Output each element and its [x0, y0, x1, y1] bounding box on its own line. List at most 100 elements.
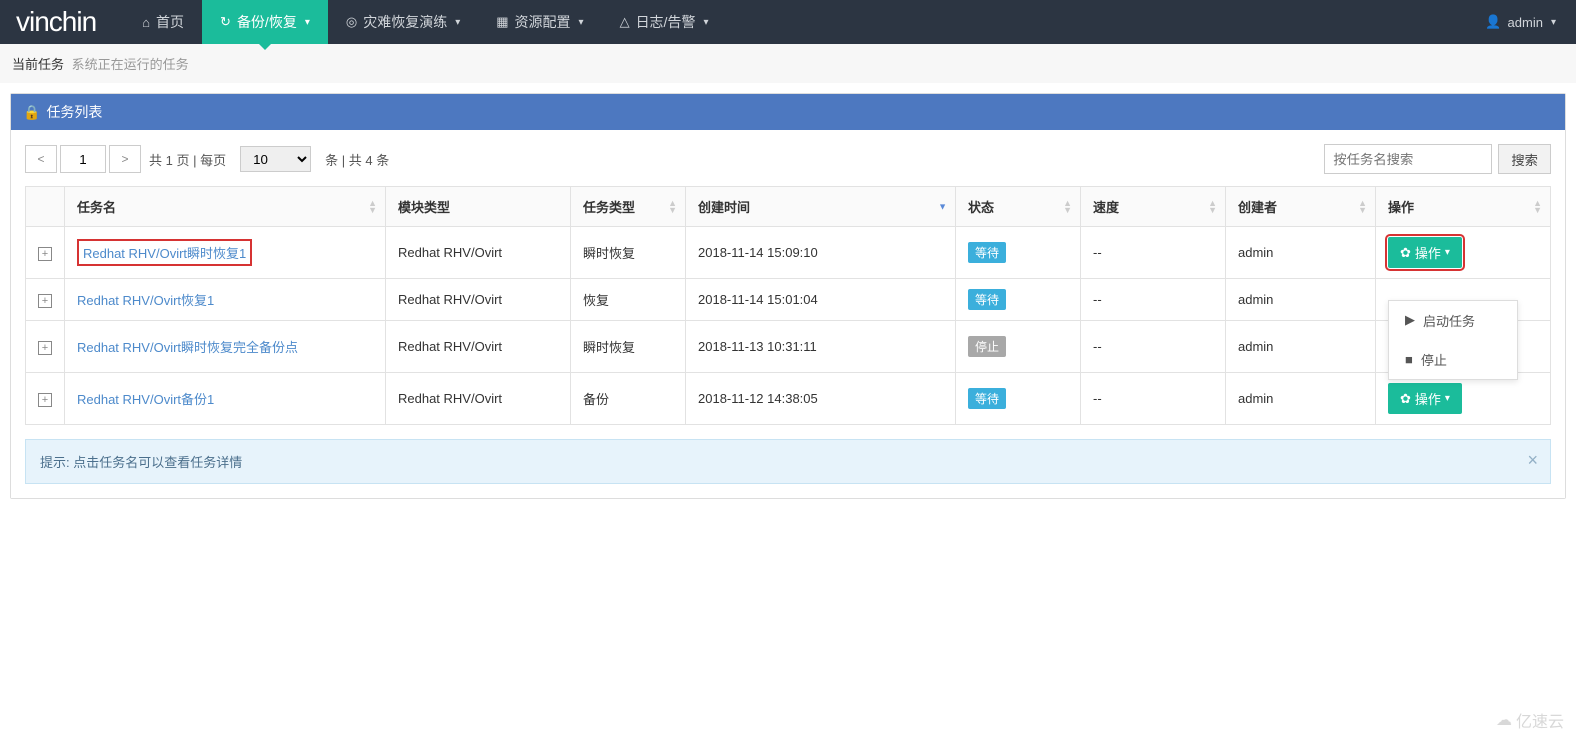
content: 🔒 任务列表 < > 共 1 页 | 每页 10 条 | 共 4 [0, 83, 1576, 509]
search-input[interactable] [1324, 144, 1492, 174]
top-navbar: vinchin ⌂ 首页 ↻ 备份/恢复 ▾ ◎ 灾难恢复演练 ▾ ▦ 资源配置… [0, 0, 1576, 44]
chevron-down-icon: ▾ [455, 17, 460, 28]
records-text: 条 | 共 4 条 [325, 150, 389, 169]
header-speed[interactable]: 速度▲▼ [1081, 187, 1226, 227]
task-table: 任务名▲▼ 模块类型 任务类型▲▼ 创建时间▼ 状态▲▼ 速度▲▼ 创建者▲▼ … [25, 186, 1551, 425]
cell-module: Redhat RHV/Ovirt [386, 279, 571, 321]
search-button[interactable]: 搜索 [1498, 144, 1551, 174]
sort-icon: ▼ [938, 203, 947, 210]
pager-prev-button[interactable]: < [25, 145, 57, 173]
header-module[interactable]: 模块类型 [386, 187, 571, 227]
nav-home[interactable]: ⌂ 首页 [124, 0, 202, 44]
task-panel: 🔒 任务列表 < > 共 1 页 | 每页 10 条 | 共 4 [10, 93, 1566, 499]
header-expand [26, 187, 65, 227]
cell-speed: -- [1081, 279, 1226, 321]
nav-resource-label: 资源配置 [515, 12, 571, 32]
page-size-select[interactable]: 10 [240, 146, 311, 172]
table-row: + Redhat RHV/Ovirt恢复1 Redhat RHV/Ovirt 恢… [26, 279, 1551, 321]
pager-next-button[interactable]: > [109, 145, 141, 173]
table-row: + Redhat RHV/Ovirt瞬时恢复1 Redhat RHV/Ovirt… [26, 227, 1551, 279]
refresh-icon: ↻ [220, 14, 231, 30]
close-icon[interactable]: × [1527, 450, 1538, 471]
status-badge: 等待 [968, 289, 1006, 310]
watermark: ☁ 亿速云 [1496, 708, 1564, 732]
header-type[interactable]: 任务类型▲▼ [571, 187, 686, 227]
task-name-link[interactable]: Redhat RHV/Ovirt瞬时恢复1 [77, 239, 252, 266]
info-text: 提示: 点击任务名可以查看任务详情 [40, 455, 242, 470]
chevron-down-icon: ▾ [1551, 17, 1556, 28]
cell-creator: admin [1226, 279, 1376, 321]
expand-button[interactable]: + [38, 247, 52, 261]
nav-disaster-label: 灾难恢复演练 [363, 12, 447, 32]
sort-icon: ▲▼ [368, 200, 377, 214]
nav-resource[interactable]: ▦ 资源配置 ▾ [478, 0, 601, 44]
table-row: + Redhat RHV/Ovirt备份1 Redhat RHV/Ovirt 备… [26, 373, 1551, 425]
cell-creator: admin [1226, 227, 1376, 279]
cell-speed: -- [1081, 373, 1226, 425]
page-title: 当前任务 [12, 57, 64, 72]
pager-input[interactable] [60, 145, 106, 173]
action-button[interactable]: ✿ 操作 ▾ [1388, 237, 1462, 268]
task-name-link[interactable]: Redhat RHV/Ovirt瞬时恢复完全备份点 [77, 340, 298, 355]
expand-button[interactable]: + [38, 294, 52, 308]
header-action: 操作▲▼ [1376, 187, 1551, 227]
pager-text: 共 1 页 | 每页 [149, 150, 226, 169]
action-button[interactable]: ✿ 操作 ▾ [1388, 383, 1462, 414]
expand-cell: + [26, 321, 65, 373]
header-status[interactable]: 状态▲▼ [956, 187, 1081, 227]
page-subtitle: 系统正在运行的任务 [72, 57, 189, 72]
panel-title: 任务列表 [46, 102, 102, 122]
user-menu[interactable]: 👤 admin ▾ [1465, 14, 1576, 30]
header-creator[interactable]: 创建者▲▼ [1226, 187, 1376, 227]
cell-status: 停止 [956, 321, 1081, 373]
header-time[interactable]: 创建时间▼ [686, 187, 956, 227]
home-icon: ⌂ [142, 15, 150, 30]
expand-cell: + [26, 373, 65, 425]
dropdown-start-task[interactable]: ▶ 启动任务 [1389, 301, 1517, 340]
expand-button[interactable]: + [38, 341, 52, 355]
panel-heading: 🔒 任务列表 [11, 94, 1565, 130]
sort-icon: ▲▼ [1533, 200, 1542, 214]
breadcrumb: 当前任务 系统正在运行的任务 [0, 44, 1576, 83]
nav-home-label: 首页 [156, 12, 184, 32]
grid-icon: ▦ [496, 14, 508, 30]
cell-type: 瞬时恢复 [571, 321, 686, 373]
cell-type: 恢复 [571, 279, 686, 321]
cell-speed: -- [1081, 227, 1226, 279]
shield-icon: ◎ [346, 14, 357, 30]
gear-icon: ✿ [1400, 245, 1411, 261]
user-icon: 👤 [1485, 14, 1501, 30]
cell-status: 等待 [956, 279, 1081, 321]
action-dropdown: ▶ 启动任务 ■ 停止 [1388, 300, 1518, 380]
cell-action: ✿ 操作 ▾ [1376, 373, 1551, 425]
cell-time: 2018-11-12 14:38:05 [686, 373, 956, 425]
toolbar: < > 共 1 页 | 每页 10 条 | 共 4 条 搜 [25, 144, 1551, 174]
dropdown-stop-task[interactable]: ■ 停止 [1389, 340, 1517, 379]
cell-speed: -- [1081, 321, 1226, 373]
cell-creator: admin [1226, 373, 1376, 425]
task-name-link[interactable]: Redhat RHV/Ovirt备份1 [77, 392, 214, 407]
nav-log[interactable]: △ 日志/告警 ▾ [602, 0, 727, 44]
status-badge: 停止 [968, 336, 1006, 357]
task-name-link[interactable]: Redhat RHV/Ovirt恢复1 [77, 293, 214, 308]
lock-icon: 🔒 [23, 104, 40, 121]
nav-backup[interactable]: ↻ 备份/恢复 ▾ [202, 0, 328, 44]
cell-name: Redhat RHV/Ovirt备份1 [65, 373, 386, 425]
cell-type: 备份 [571, 373, 686, 425]
table-row: + Redhat RHV/Ovirt瞬时恢复完全备份点 Redhat RHV/O… [26, 321, 1551, 373]
cell-module: Redhat RHV/Ovirt [386, 373, 571, 425]
bell-icon: △ [620, 14, 630, 30]
nav-log-label: 日志/告警 [636, 12, 696, 32]
panel-body: < > 共 1 页 | 每页 10 条 | 共 4 条 搜 [11, 130, 1565, 498]
sort-icon: ▲▼ [1063, 200, 1072, 214]
nav-disaster[interactable]: ◎ 灾难恢复演练 ▾ [328, 0, 478, 44]
expand-cell: + [26, 279, 65, 321]
info-bar: 提示: 点击任务名可以查看任务详情 × [25, 439, 1551, 484]
play-icon: ▶ [1405, 312, 1415, 328]
cell-action: ✿ 操作 ▾ [1376, 227, 1551, 279]
cell-status: 等待 [956, 227, 1081, 279]
status-badge: 等待 [968, 242, 1006, 263]
header-name[interactable]: 任务名▲▼ [65, 187, 386, 227]
table-header-row: 任务名▲▼ 模块类型 任务类型▲▼ 创建时间▼ 状态▲▼ 速度▲▼ 创建者▲▼ … [26, 187, 1551, 227]
expand-button[interactable]: + [38, 393, 52, 407]
